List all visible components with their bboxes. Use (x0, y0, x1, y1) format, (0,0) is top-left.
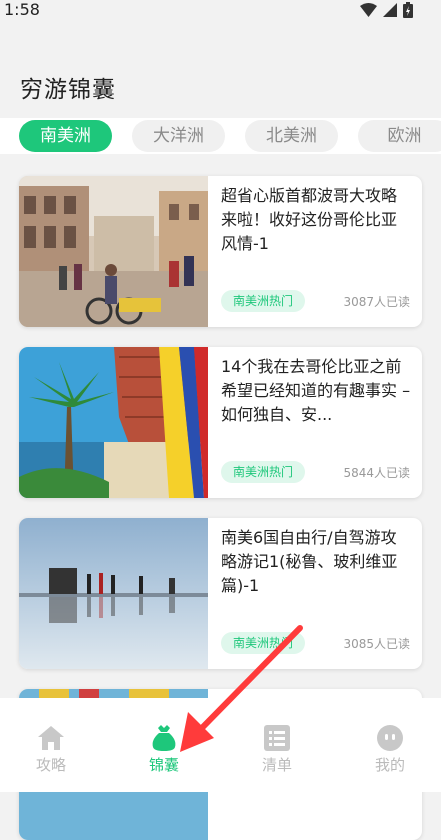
article-thumbnail (19, 176, 208, 327)
article-card[interactable]: 超省心版首都波哥大攻略来啦！收好这份哥伦比亚风情-1 南美洲热门 3087人已读 (19, 176, 422, 327)
home-icon (38, 726, 64, 750)
battery-icon (403, 2, 413, 18)
article-tag: 南美洲热门 (221, 632, 306, 654)
article-title: 14个我在去哥伦比亚之前希望已经知道的有趣事实 – 如何独自、安... (221, 357, 411, 424)
nav-item-profile[interactable]: 我的 (350, 724, 430, 775)
article-read-count: 3087人已读 (343, 295, 410, 309)
tab-oceania[interactable]: 大洋洲 (132, 120, 225, 152)
article-thumbnail (19, 518, 208, 669)
list-icon (264, 725, 290, 751)
status-time: 1:58 (4, 0, 40, 19)
article-tag: 南美洲热门 (221, 290, 306, 312)
wifi-icon (360, 3, 377, 17)
article-title: 南美6国自由行/自驾游攻略游记1(秘鲁、玻利维亚篇)-1 (221, 528, 398, 595)
face-icon (377, 725, 403, 751)
tab-north-america[interactable]: 北美洲 (245, 120, 338, 152)
nav-label: 攻略 (35, 756, 66, 774)
article-thumbnail (19, 347, 208, 498)
tab-europe[interactable]: 欧洲 (358, 120, 441, 152)
bag-icon (152, 725, 176, 751)
nav-item-checklist[interactable]: 清单 (237, 724, 317, 775)
bottom-nav: 攻略 锦囊 清单 我的 (0, 698, 441, 792)
nav-item-guides[interactable]: 攻略 (11, 724, 91, 775)
nav-label: 我的 (374, 756, 405, 774)
tab-south-america[interactable]: 南美洲 (19, 120, 112, 152)
article-card[interactable]: 南美6国自由行/自驾游攻略游记1(秘鲁、玻利维亚篇)-1 南美洲热门 3085人… (19, 518, 422, 669)
signal-icon (383, 3, 397, 17)
article-title: 超省心版首都波哥大攻略来啦！收好这份哥伦比亚风情-1 (221, 186, 398, 253)
article-card[interactable]: 14个我在去哥伦比亚之前希望已经知道的有趣事实 – 如何独自、安... 南美洲热… (19, 347, 422, 498)
status-bar: 1:58 (0, 0, 441, 22)
nav-label: 锦囊 (148, 756, 179, 774)
nav-item-tips[interactable]: 锦囊 (124, 724, 204, 775)
page-title: 穷游锦囊 (20, 77, 116, 103)
status-icons (360, 2, 413, 18)
article-read-count: 3085人已读 (343, 637, 410, 651)
nav-label: 清单 (261, 756, 292, 774)
article-read-count: 5844人已读 (343, 466, 410, 480)
article-tag: 南美洲热门 (221, 461, 306, 483)
region-tabs: 南美洲 大洋洲 北美洲 欧洲 (0, 118, 441, 154)
